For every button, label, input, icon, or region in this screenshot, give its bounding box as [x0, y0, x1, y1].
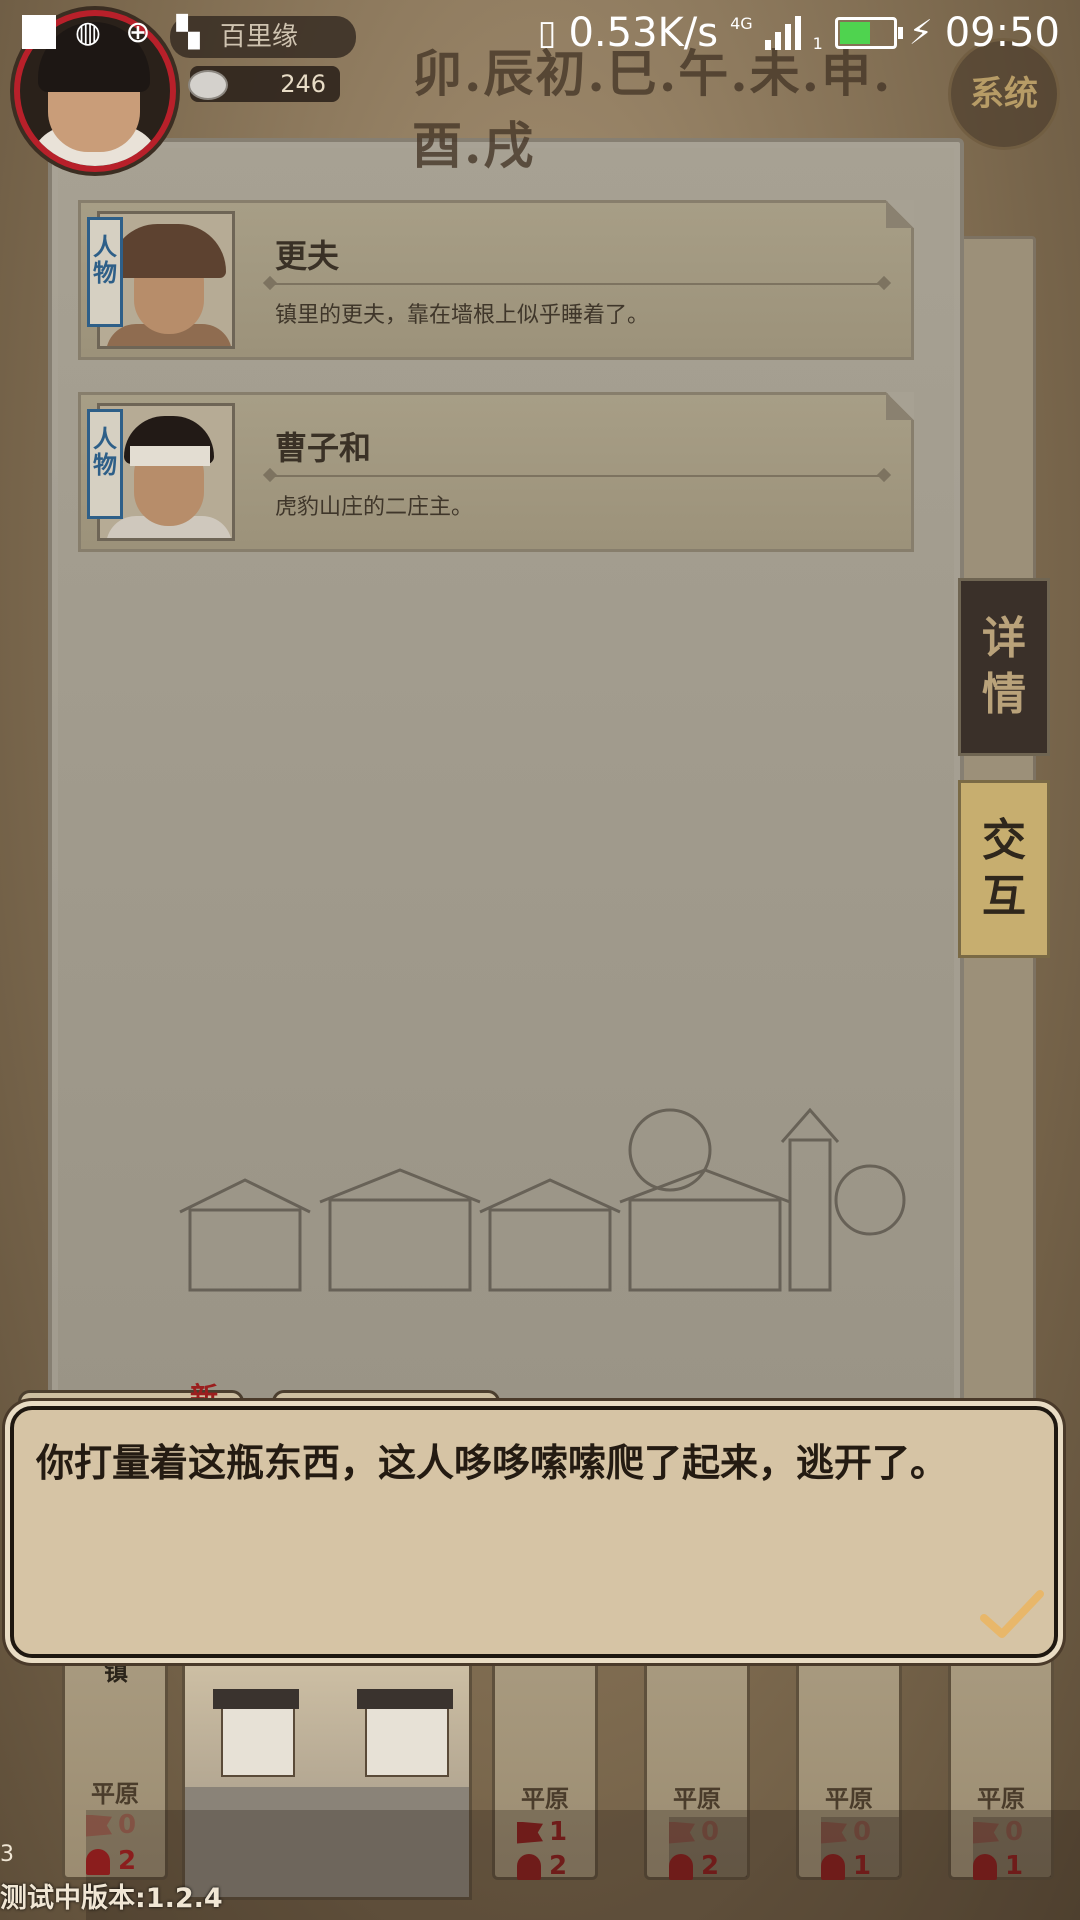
- silver-icon: [188, 70, 228, 100]
- silver-amount: 246: [280, 70, 326, 98]
- entity-name: 曹子和: [275, 429, 372, 467]
- tab-interact[interactable]: 交互: [958, 780, 1050, 958]
- terrain-label: 平原: [521, 1785, 569, 1813]
- terrain-label: 平原: [673, 1785, 721, 1813]
- people-count: 2: [86, 1846, 136, 1876]
- clock: 09:50: [944, 10, 1060, 56]
- version-label: 测试中版本:1.2.4: [0, 1883, 223, 1914]
- town-sketch-illustration: [179, 1107, 906, 1292]
- entity-entry[interactable]: 人物 更夫 镇里的更夫，靠在墙根上似乎睡着了。: [78, 200, 914, 360]
- divider: [267, 475, 887, 477]
- dots-app-icon: ▚: [176, 14, 200, 50]
- checkmark-icon[interactable]: [980, 1588, 1044, 1640]
- terrain-label: 平原: [977, 1785, 1025, 1813]
- divider: [267, 283, 887, 285]
- terrain-label: 平原: [825, 1785, 873, 1813]
- status-bar: ◍ ⊕ ▚ ▯ 0.53K/s 4G 1 ⚡ 09:50: [0, 0, 1080, 72]
- person-icon: [86, 1848, 110, 1875]
- charging-icon: ⚡: [908, 13, 933, 53]
- entity-name: 更夫: [275, 237, 340, 275]
- message-dialog[interactable]: 你打量着这瓶东西，这人哆哆嗦嗦爬了起来，逃开了。: [10, 1406, 1058, 1658]
- sim-indicator: 1: [812, 33, 823, 53]
- network-speed: 0.53K/s: [568, 10, 719, 56]
- network-type: 4G: [730, 14, 753, 33]
- flag-icon: [86, 1814, 112, 1837]
- entity-entry[interactable]: 人物 曹子和 虎豹山庄的二庄主。: [78, 392, 914, 552]
- dialog-message: 你打量着这瓶东西，这人哆哆嗦嗦爬了起来，逃开了。: [36, 1441, 949, 1485]
- square-notification-icon: [22, 15, 56, 49]
- character-tag: 人物: [87, 217, 123, 327]
- partial-number: 3: [0, 1842, 14, 1867]
- flag-count: 0: [86, 1810, 1080, 1920]
- app-icon: ⊕: [125, 14, 151, 50]
- entity-description: 镇里的更夫，靠在墙根上似乎睡着了。: [275, 303, 650, 328]
- character-tag: 人物: [87, 409, 123, 519]
- tab-detail[interactable]: 详情: [958, 578, 1050, 756]
- battery-icon: [834, 17, 903, 49]
- signal-icon: [764, 16, 801, 50]
- terrain-label: 平原: [91, 1780, 139, 1808]
- vibrate-icon: ▯: [537, 13, 557, 53]
- entity-description: 虎豹山庄的二庄主。: [275, 495, 474, 520]
- globe-icon: ◍: [74, 14, 102, 50]
